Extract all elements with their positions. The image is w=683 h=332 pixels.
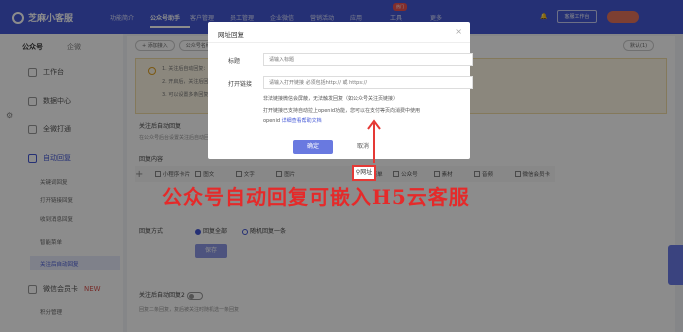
link-label: 打开链接 bbox=[228, 81, 253, 88]
link-note-1: 非法链接微信会屏蔽，无法触发回复（如公众号关注页链接） bbox=[263, 96, 399, 102]
tool-label: 网址 bbox=[360, 169, 373, 176]
note-text: openid bbox=[263, 118, 282, 124]
link-input[interactable] bbox=[263, 76, 473, 89]
url-reply-dialog: 网址回复 × 标题 打开链接 非法链接微信会屏蔽，无法触发回复（如公众号关注页链… bbox=[208, 22, 473, 159]
title-label: 标题 bbox=[228, 58, 241, 65]
link-note-3: openid 详细查看帮助文档 bbox=[263, 117, 322, 124]
tool-web-url[interactable]: ⚲网址 bbox=[352, 165, 376, 181]
link-note-2: 打开链接已支持自动拉上openid功能，您可以在支付等页向消费中使用 bbox=[263, 108, 421, 114]
close-icon[interactable]: × bbox=[455, 27, 462, 36]
dialog-title: 网址回复 bbox=[218, 31, 244, 39]
annotation-text: 公众号自动回复可嵌入H5云客服 bbox=[162, 185, 470, 209]
confirm-button[interactable]: 确定 bbox=[293, 140, 333, 154]
help-doc-link[interactable]: 详细查看帮助文档 bbox=[282, 118, 322, 124]
title-input[interactable] bbox=[263, 53, 473, 66]
annotation-arrow bbox=[367, 119, 381, 163]
divider bbox=[208, 42, 470, 43]
